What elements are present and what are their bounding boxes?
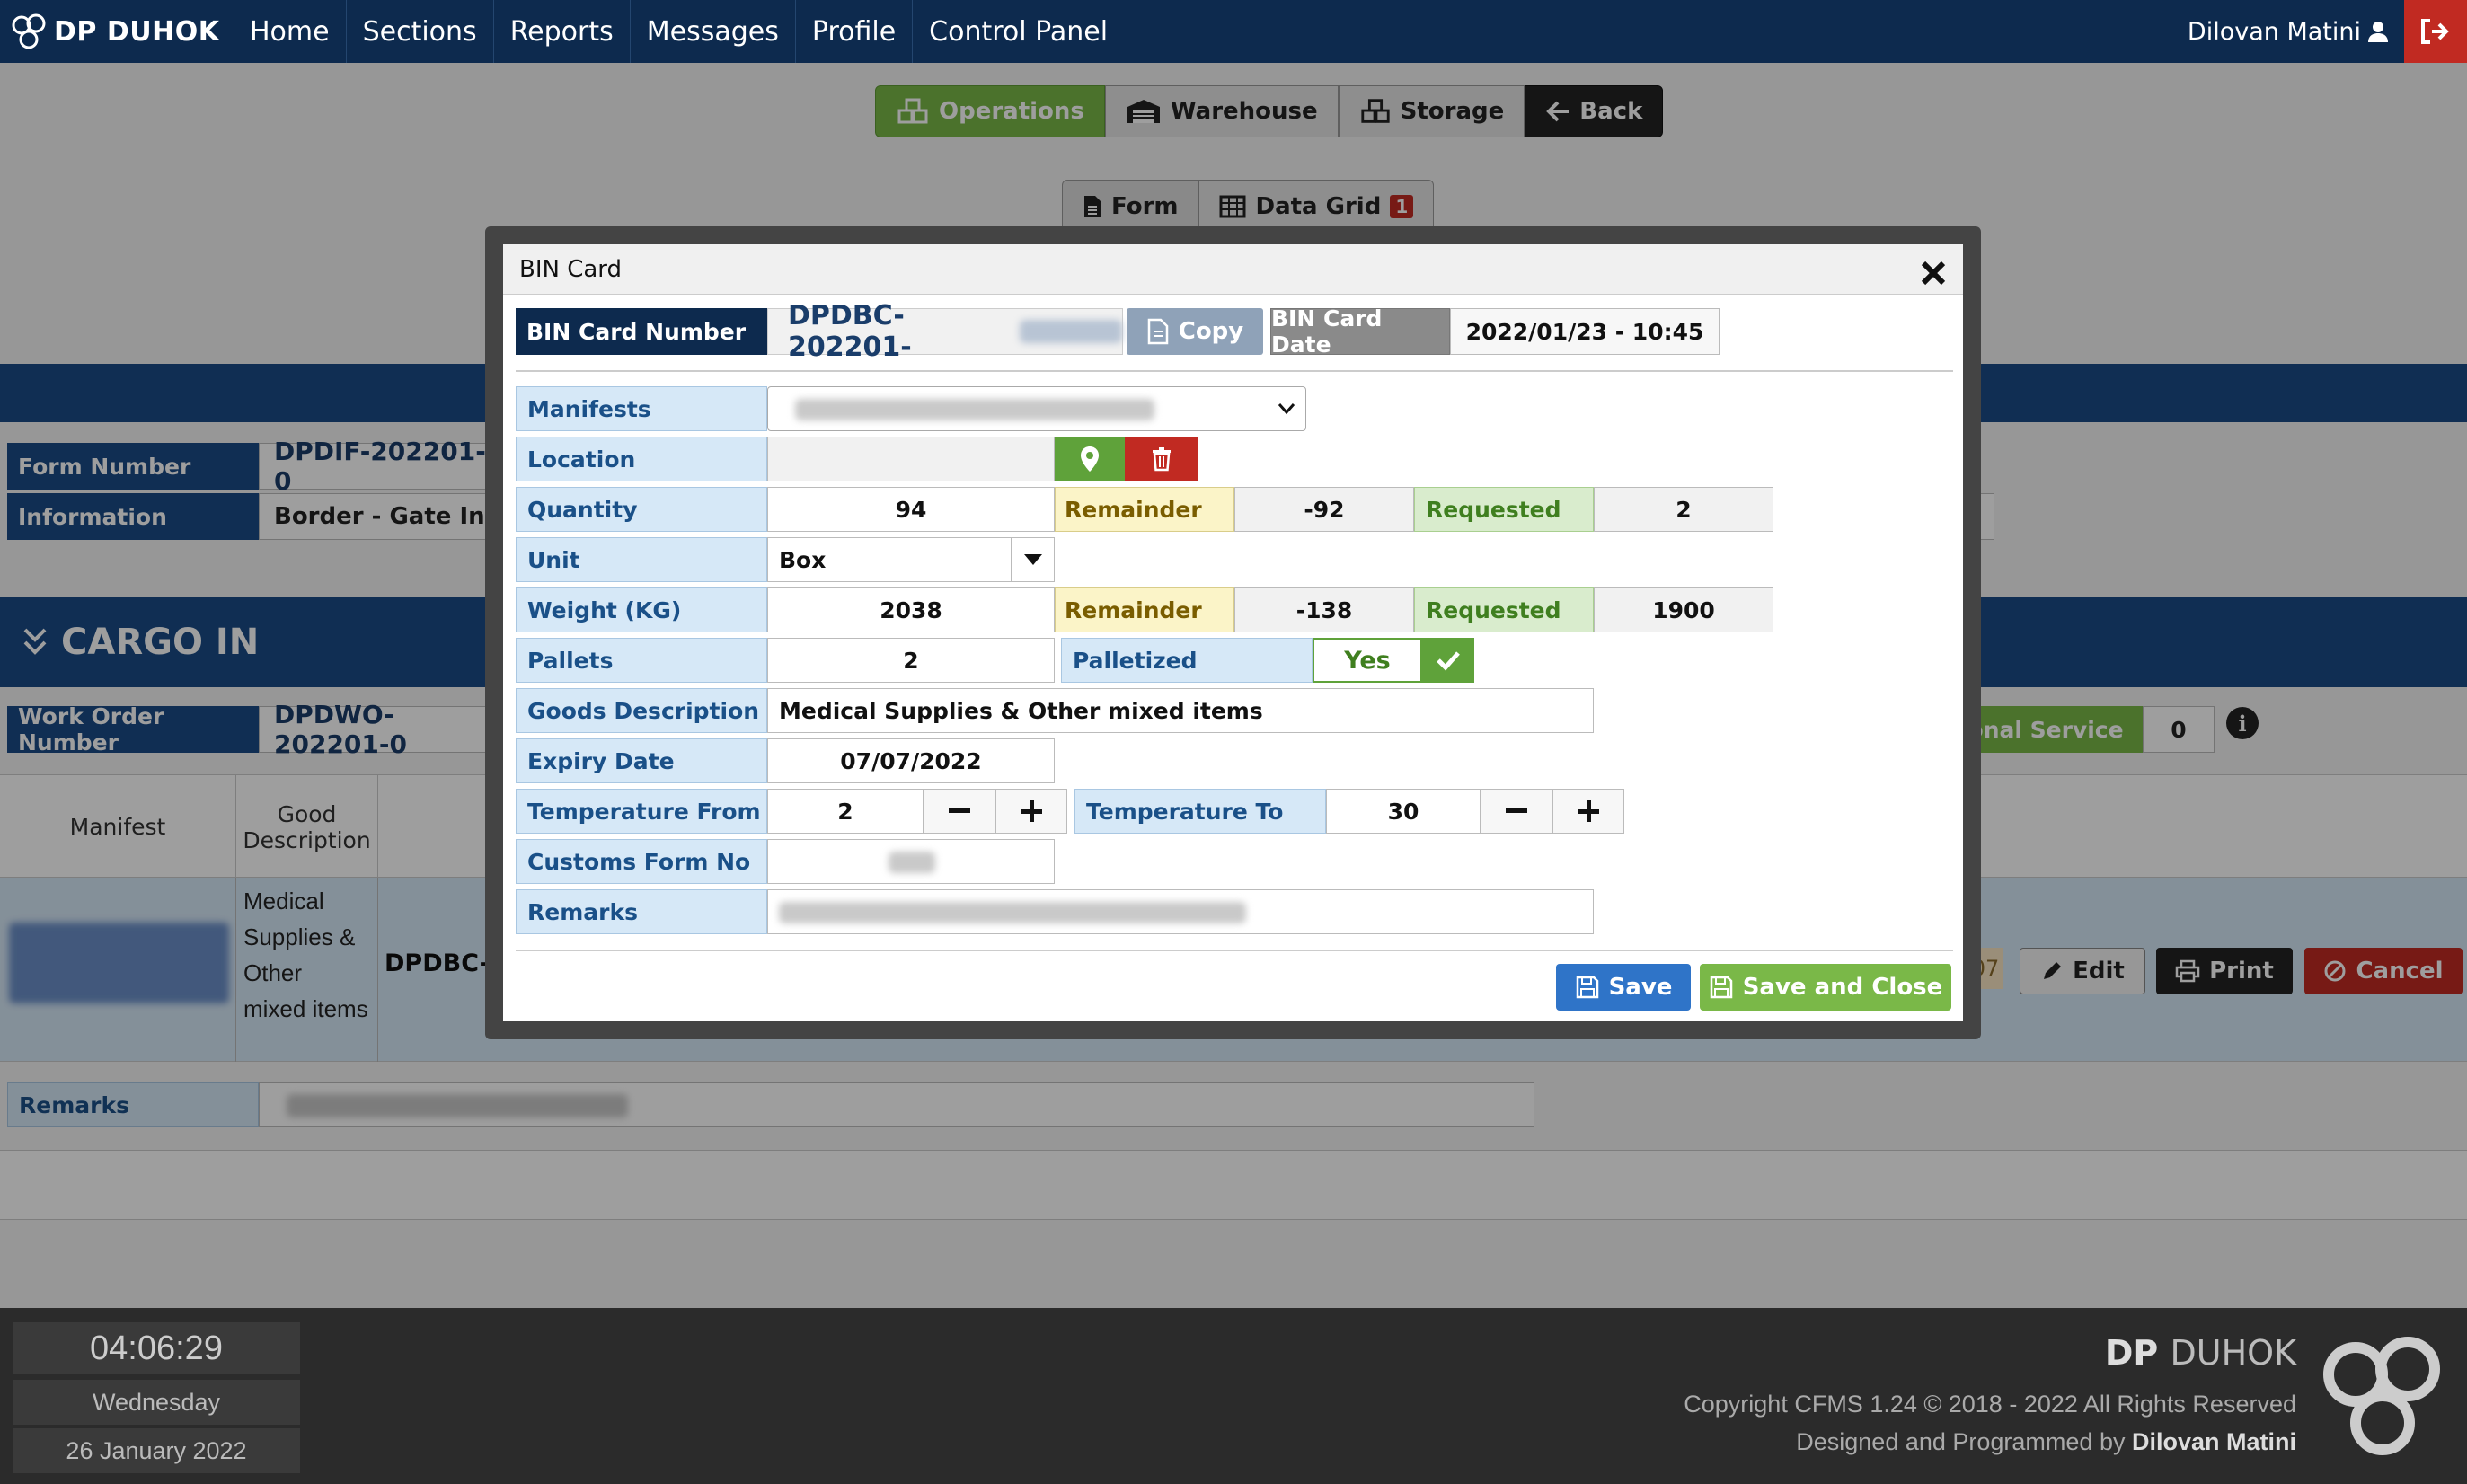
temperature-from-increment[interactable] bbox=[995, 789, 1067, 834]
nav-profile[interactable]: Profile bbox=[796, 0, 914, 63]
temperature-to-input[interactable]: 30 bbox=[1326, 789, 1481, 834]
quantity-input[interactable]: 94 bbox=[767, 487, 1055, 532]
clock-weekday: Wednesday bbox=[13, 1380, 300, 1425]
bin-card-number-field: DPDBC-202201- bbox=[767, 300, 1123, 363]
expiry-date-input[interactable]: 07/07/2022 bbox=[767, 738, 1055, 783]
location-pick-button[interactable] bbox=[1055, 437, 1125, 481]
brand-logo[interactable]: DP DUHOK bbox=[0, 0, 234, 63]
location-label: Location bbox=[516, 437, 767, 481]
quantity-remainder-label: Remainder bbox=[1055, 487, 1234, 532]
modal-close-button[interactable] bbox=[1914, 253, 1953, 293]
temperature-from-input[interactable]: 2 bbox=[767, 789, 924, 834]
location-field[interactable] bbox=[767, 437, 1055, 481]
remarks-redacted bbox=[779, 902, 1246, 923]
minus-icon bbox=[1506, 808, 1527, 813]
pallets-input[interactable]: 2 bbox=[767, 638, 1055, 683]
weight-requested-label: Requested bbox=[1414, 587, 1594, 632]
location-clear-button[interactable] bbox=[1125, 437, 1198, 481]
unit-dropdown-toggle[interactable] bbox=[1012, 537, 1055, 582]
palletized-label: Palletized bbox=[1061, 638, 1313, 683]
clock-time: 04:06:29 bbox=[13, 1322, 300, 1374]
modal-title: BIN Card bbox=[519, 255, 623, 283]
temperature-to-decrement[interactable] bbox=[1481, 789, 1552, 834]
close-icon bbox=[1921, 261, 1946, 286]
designed-by: Designed and Programmed by Dilovan Matin… bbox=[1796, 1428, 2296, 1455]
unit-select[interactable]: Box bbox=[767, 537, 1012, 582]
map-marker-icon bbox=[1081, 446, 1099, 472]
trash-icon bbox=[1153, 447, 1171, 472]
customs-form-input[interactable] bbox=[767, 839, 1055, 884]
user-menu[interactable]: Dilovan Matini bbox=[2188, 0, 2404, 63]
footer-brand: DP DUHOK bbox=[2104, 1333, 2296, 1373]
check-icon bbox=[1437, 651, 1460, 671]
bin-card-number-value: DPDBC-202201- bbox=[788, 300, 912, 363]
nav-sections[interactable]: Sections bbox=[347, 0, 494, 63]
file-copy-icon bbox=[1147, 318, 1168, 345]
quantity-label: Quantity bbox=[516, 487, 767, 532]
weight-input[interactable]: 2038 bbox=[767, 587, 1055, 632]
bin-card-date-value: 2022/01/23 - 10:45 bbox=[1450, 308, 1720, 355]
save-button[interactable]: Save bbox=[1556, 964, 1691, 1011]
modal-divider-bottom bbox=[516, 950, 1953, 951]
nav-home[interactable]: Home bbox=[234, 0, 347, 63]
goods-description-label: Goods Description bbox=[516, 688, 767, 733]
temperature-from-decrement[interactable] bbox=[924, 789, 995, 834]
clock-date: 26 January 2022 bbox=[13, 1428, 300, 1473]
footer-logo-icon bbox=[2323, 1337, 2440, 1455]
unit-label: Unit bbox=[516, 537, 767, 582]
bin-card-number-label: BIN Card Number bbox=[516, 308, 767, 355]
manifests-select[interactable] bbox=[767, 386, 1306, 431]
nav-messages[interactable]: Messages bbox=[631, 0, 796, 63]
palletized-value[interactable]: Yes bbox=[1313, 638, 1422, 683]
nav-control-panel[interactable]: Control Panel bbox=[913, 0, 1124, 63]
minus-icon bbox=[949, 808, 970, 813]
quantity-requested-label: Requested bbox=[1414, 487, 1594, 532]
logout-icon bbox=[2421, 19, 2449, 44]
manifests-redacted bbox=[795, 399, 1154, 420]
dp-logo-icon bbox=[12, 13, 46, 49]
copy-button[interactable]: Copy bbox=[1127, 308, 1263, 355]
save-and-close-button[interactable]: Save and Close bbox=[1700, 964, 1951, 1011]
weight-remainder-label: Remainder bbox=[1055, 587, 1234, 632]
temperature-from-label: Temperature From bbox=[516, 789, 767, 834]
temperature-to-increment[interactable] bbox=[1552, 789, 1624, 834]
brand-name: DP DUHOK bbox=[54, 15, 220, 48]
palletized-toggle[interactable] bbox=[1422, 638, 1474, 683]
copyright-text: Copyright CFMS 1.24 © 2018 - 2022 All Ri… bbox=[1684, 1391, 2296, 1418]
quantity-remainder-value: -92 bbox=[1234, 487, 1414, 532]
logout-button[interactable] bbox=[2404, 0, 2467, 63]
floppy-disk-icon bbox=[1576, 976, 1598, 999]
quantity-requested-value: 2 bbox=[1594, 487, 1773, 532]
chevron-down-icon bbox=[1278, 403, 1295, 415]
user-name: Dilovan Matini bbox=[2187, 17, 2361, 46]
modal-divider-top bbox=[516, 370, 1953, 372]
floppy-disk-icon bbox=[1710, 976, 1732, 999]
top-navbar: DP DUHOK Home Sections Reports Messages … bbox=[0, 0, 2467, 63]
customs-form-redacted bbox=[889, 852, 935, 873]
plus-icon bbox=[1578, 800, 1599, 822]
nav-reports[interactable]: Reports bbox=[494, 0, 631, 63]
goods-description-input[interactable]: Medical Supplies & Other mixed items bbox=[767, 688, 1594, 733]
manifests-label: Manifests bbox=[516, 386, 767, 431]
modal-header: BIN Card bbox=[503, 244, 1963, 295]
user-icon bbox=[2368, 22, 2388, 42]
caret-down-icon bbox=[1024, 554, 1042, 565]
customs-form-label: Customs Form No bbox=[516, 839, 767, 884]
bin-card-number-redacted bbox=[1020, 320, 1122, 343]
expiry-date-label: Expiry Date bbox=[516, 738, 767, 783]
bin-card-date-label: BIN Card Date bbox=[1270, 305, 1450, 358]
weight-requested-value: 1900 bbox=[1594, 587, 1773, 632]
pallets-label: Pallets bbox=[516, 638, 767, 683]
weight-label: Weight (KG) bbox=[516, 587, 767, 632]
plus-icon bbox=[1021, 800, 1042, 822]
remarks-label: Remarks bbox=[516, 889, 767, 934]
weight-remainder-value: -138 bbox=[1234, 587, 1414, 632]
temperature-to-label: Temperature To bbox=[1074, 789, 1326, 834]
remarks-input[interactable] bbox=[767, 889, 1594, 934]
